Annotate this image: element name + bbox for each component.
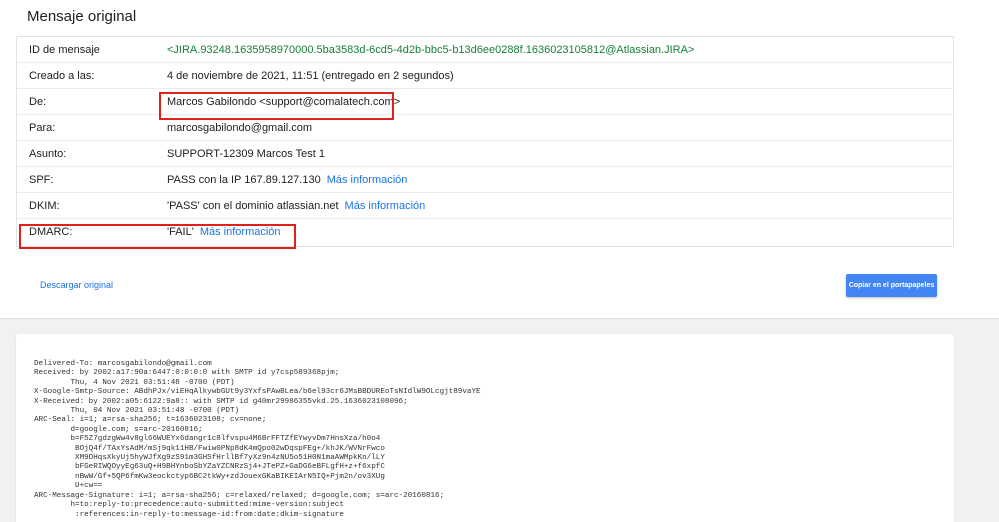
- header-row-to: Para: marcosgabilondo@gmail.com: [17, 115, 953, 141]
- spf-more-info-link[interactable]: Más información: [327, 174, 408, 186]
- header-row-created: Creado a las: 4 de noviembre de 2021, 11…: [17, 63, 953, 89]
- dmarc-more-info-link[interactable]: Más información: [200, 226, 281, 238]
- created-value: 4 de noviembre de 2021, 11:51 (entregado…: [167, 70, 454, 82]
- dmarc-value: 'FAIL' Más información: [167, 226, 281, 238]
- spf-result: PASS con la IP 167.89.127.130: [167, 174, 321, 186]
- header-row-spf: SPF: PASS con la IP 167.89.127.130 Más in…: [17, 167, 953, 193]
- header-label: ID de mensaje: [29, 44, 100, 56]
- download-original-link[interactable]: Descargar original: [40, 280, 113, 290]
- raw-message-text: Delivered-To: marcosgabilondo@gmail.com …: [34, 360, 481, 519]
- header-label: SPF:: [29, 174, 54, 186]
- from-value: Marcos Gabilondo <support@comalatech.com…: [167, 96, 401, 108]
- dkim-result: 'PASS' con el dominio atlassian.net: [167, 200, 339, 212]
- header-row-dmarc: DMARC: 'FAIL' Más información: [17, 219, 953, 245]
- raw-message-card: Delivered-To: marcosgabilondo@gmail.com …: [16, 334, 954, 522]
- copy-to-clipboard-button[interactable]: Copiar en el portapapeles: [846, 274, 937, 297]
- dkim-more-info-link[interactable]: Más información: [345, 200, 426, 212]
- header-row-message-id: ID de mensaje <JIRA.93248.1635958970000.…: [17, 37, 953, 63]
- header-label: Asunto:: [29, 148, 67, 160]
- subject-value: SUPPORT-12309 Marcos Test 1: [167, 148, 325, 160]
- header-label: De:: [29, 96, 47, 108]
- page-title: Mensaje original: [27, 8, 137, 25]
- message-id-value: <JIRA.93248.1635958970000.5ba3583d-6cd5-…: [167, 44, 695, 56]
- header-label: Para:: [29, 122, 56, 134]
- header-row-dkim: DKIM: 'PASS' con el dominio atlassian.ne…: [17, 193, 953, 219]
- header-row-subject: Asunto: SUPPORT-12309 Marcos Test 1: [17, 141, 953, 167]
- header-label: DMARC:: [29, 226, 73, 238]
- dkim-value: 'PASS' con el dominio atlassian.net Más i…: [167, 200, 425, 212]
- dmarc-result: 'FAIL': [167, 226, 194, 238]
- header-label: DKIM:: [29, 200, 60, 212]
- header-row-from: De: Marcos Gabilondo <support@comalatech…: [17, 89, 953, 115]
- header-label: Creado a las:: [29, 70, 95, 82]
- message-header-table: ID de mensaje <JIRA.93248.1635958970000.…: [16, 36, 954, 247]
- spf-value: PASS con la IP 167.89.127.130 Más informa…: [167, 174, 407, 186]
- to-value: marcosgabilondo@gmail.com: [167, 122, 313, 134]
